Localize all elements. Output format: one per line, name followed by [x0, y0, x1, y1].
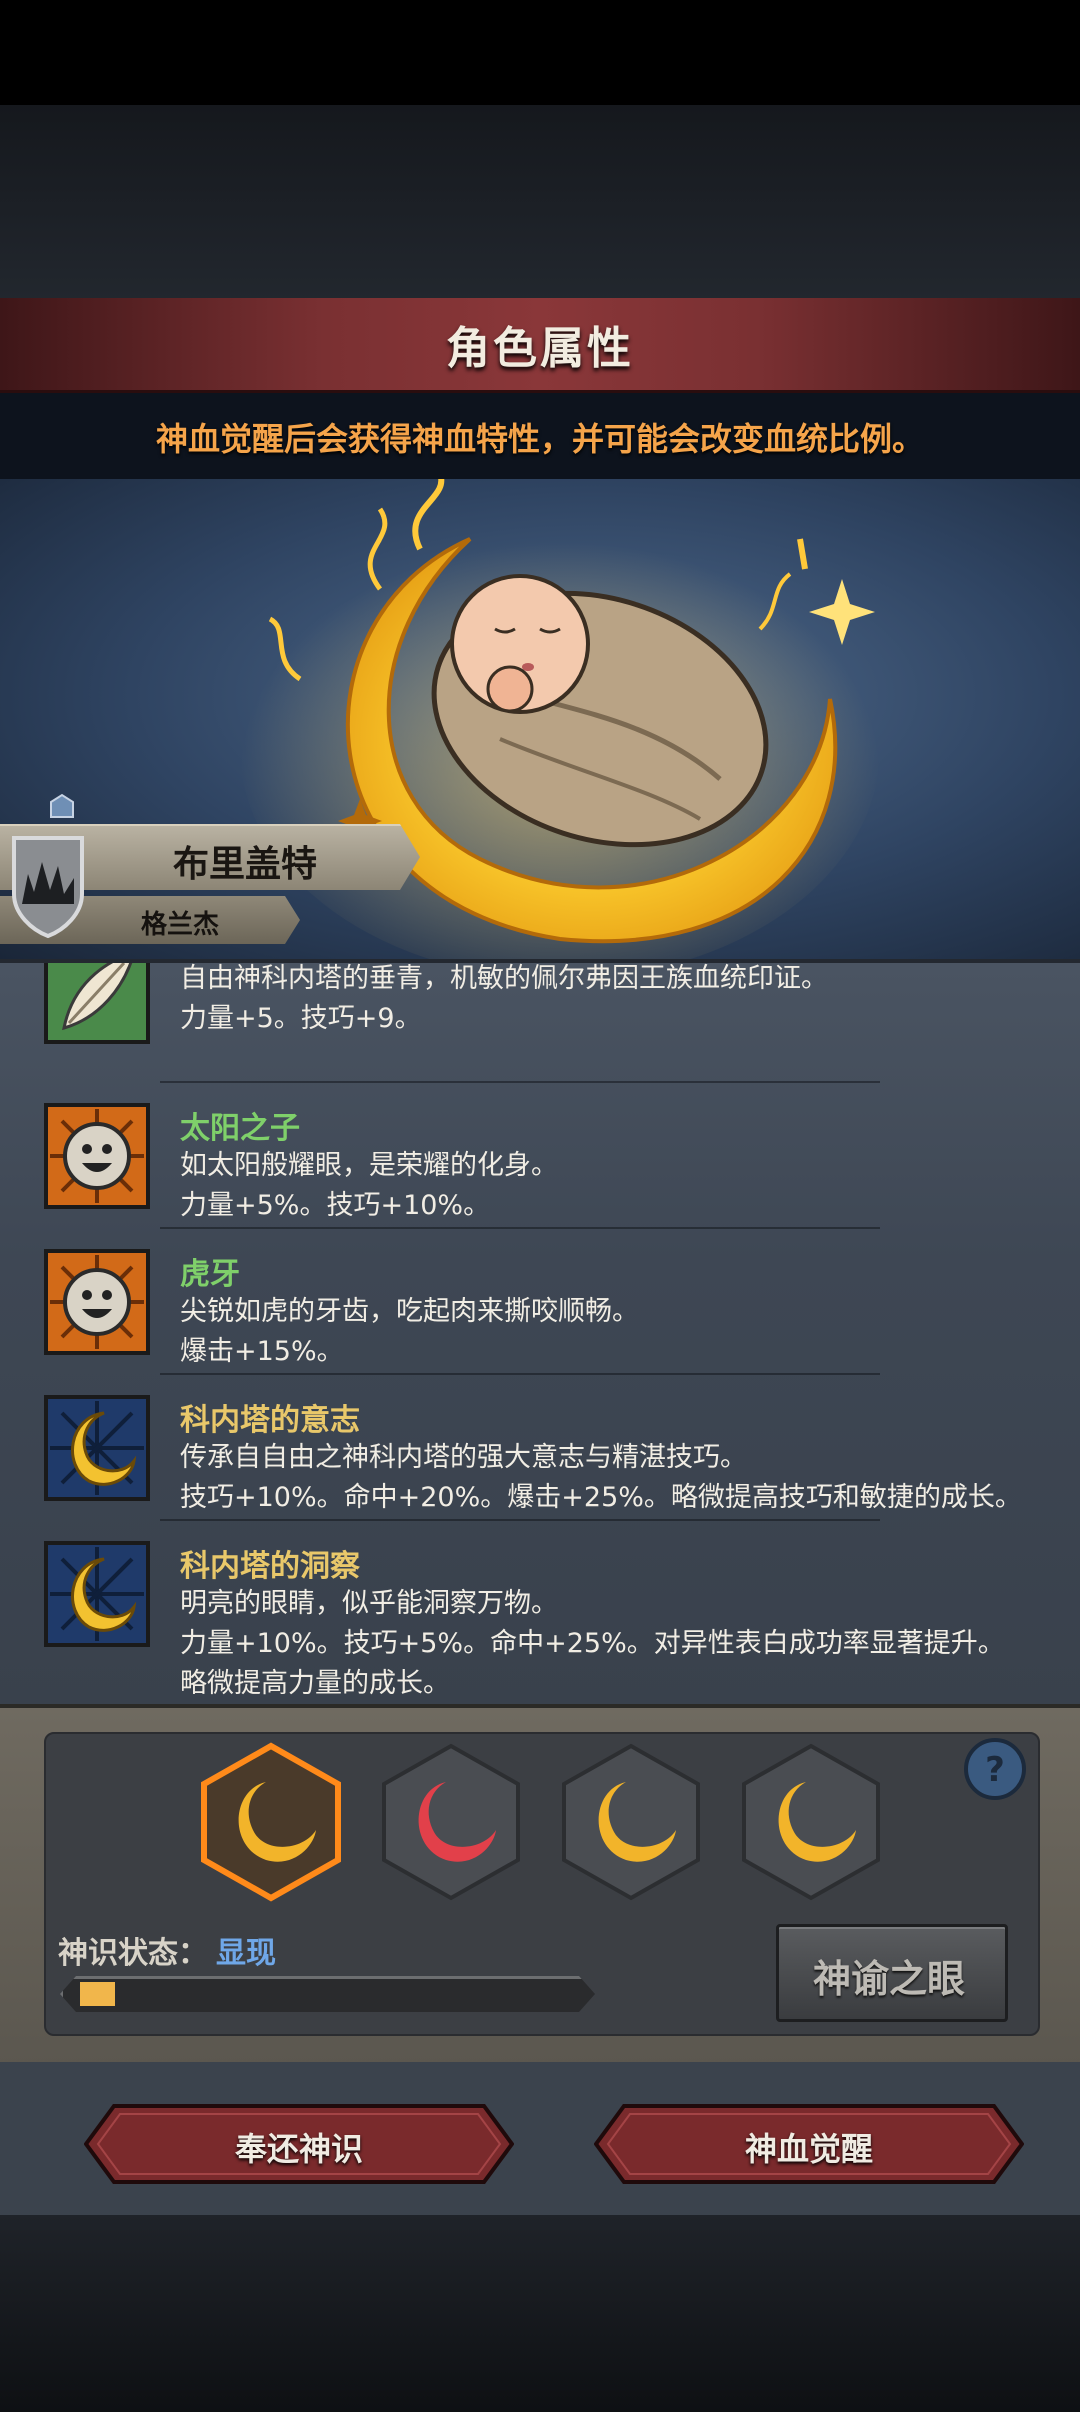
trait-description: 自由神科内塔的垂青，机敏的佩尔弗因王族血统印证。: [180, 963, 828, 994]
hint-text: 神血觉醒后会获得神血特性，并可能会改变血统比例。: [155, 420, 924, 458]
trait-name: 虎牙: [180, 1257, 240, 1292]
trait-stats-extra: 略微提高力量的成长。: [180, 1668, 450, 1699]
trait-name: 科内塔的洞察: [180, 1549, 360, 1584]
trait-stats: 力量+5。技巧+9。: [180, 1003, 422, 1034]
oracle-eye-label: 神谕之眼: [812, 1957, 965, 2001]
background-bottom: [0, 2215, 1080, 2412]
background-top: [0, 105, 1080, 300]
golden-moon-icon: [44, 1541, 150, 1647]
trait-description: 如太阳般耀眼，是荣耀的化身。: [180, 1150, 558, 1181]
trait-item: 虎牙 尖锐如虎的牙齿，吃起肉来撕咬顺畅。 爆击+15%。: [0, 1249, 1080, 1389]
page-title: 角色属性: [446, 323, 634, 374]
trait-item: 科内塔的意志 传承自自由之神科内塔的强大意志与精湛技巧。 技巧+10%。命中+2…: [0, 1395, 1080, 1535]
status-bar-area: [0, 0, 1080, 105]
smiling-sun-icon: [44, 1249, 150, 1355]
return-divine-label: 奉还神识: [234, 2130, 363, 2168]
rank-icon: [50, 793, 74, 818]
trait-item: 太阳之子 如太阳般耀眼，是荣耀的化身。 力量+5%。技巧+10%。: [0, 1103, 1080, 1243]
shield-crest-icon: [12, 836, 84, 939]
divider: [160, 1519, 880, 1521]
trait-name: 科内塔的意志: [180, 1403, 360, 1438]
smiling-sun-icon: [44, 1103, 150, 1209]
divider: [160, 1227, 880, 1229]
trait-list[interactable]: 自由神科内塔的垂青，机敏的佩尔弗因王族血统印证。 力量+5。技巧+9。 太阳之子…: [0, 959, 1080, 1708]
trait-stats: 技巧+10%。命中+20%。爆击+25%。略微提高技巧和敏捷的成长。: [180, 1482, 1022, 1513]
character-origin: 格兰杰: [140, 910, 219, 940]
trait-item: 科内塔的洞察 明亮的眼睛，似乎能洞察万物。 力量+10%。技巧+5%。命中+25…: [0, 1541, 1080, 1708]
help-button[interactable]: ?: [962, 1736, 1028, 1802]
divine-slot-2[interactable]: [376, 1742, 526, 1902]
divider: [160, 1081, 880, 1083]
awaken-label: 神血觉醒: [744, 2130, 873, 2168]
divine-slot-4[interactable]: [736, 1742, 886, 1902]
divine-slot-3[interactable]: [556, 1742, 706, 1902]
divider: [160, 1373, 880, 1375]
trait-name: 太阳之子: [180, 1111, 300, 1146]
progress-fill: [80, 1982, 115, 2006]
white-feather-icon: [44, 963, 150, 1044]
trait-description: 传承自自由之神科内塔的强大意志与精湛技巧。: [180, 1442, 747, 1473]
progress-bar: [60, 1976, 595, 2012]
trait-description: 明亮的眼睛，似乎能洞察万物。: [180, 1588, 558, 1619]
svg-text:?: ?: [985, 1750, 1005, 1790]
trait-item: 自由神科内塔的垂青，机敏的佩尔弗因王族血统印证。 力量+5。技巧+9。: [0, 963, 1080, 1078]
trait-stats: 力量+5%。技巧+10%。: [180, 1190, 491, 1221]
trait-stats: 爆击+15%。: [180, 1336, 344, 1367]
divine-slot-1[interactable]: [196, 1742, 346, 1902]
character-name: 布里盖特: [172, 844, 317, 885]
golden-moon-icon: [44, 1395, 150, 1501]
trait-stats: 力量+10%。技巧+5%。命中+25%。对异性表白成功率显著提升。: [180, 1628, 1005, 1659]
status-label: 神识状态：: [58, 1936, 208, 1971]
trait-description: 尖锐如虎的牙齿，吃起肉来撕咬顺畅。: [180, 1296, 639, 1327]
status-value: 显现: [216, 1936, 276, 1971]
